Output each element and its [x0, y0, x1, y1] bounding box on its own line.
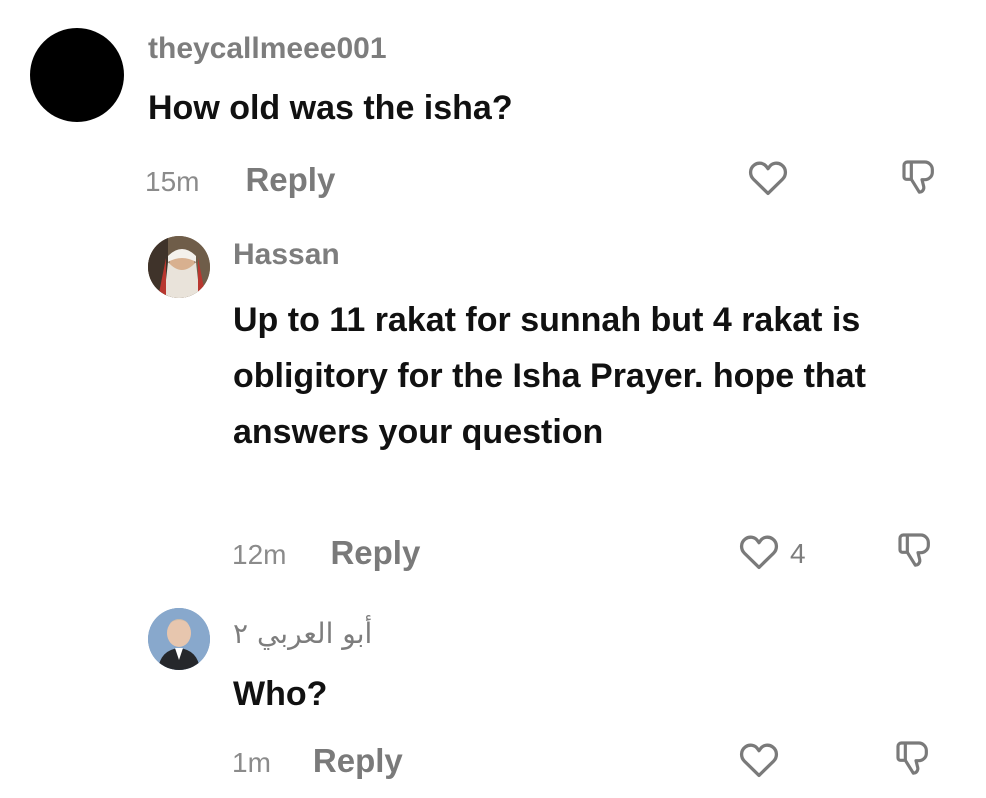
comment-thread: theycallmeee001 How old was the isha? 15… — [0, 0, 986, 798]
comment-username[interactable]: أبو العربي ٢ — [233, 617, 372, 650]
reply-button[interactable]: Reply — [313, 742, 403, 780]
comment-item: أبو العربي ٢ Who? 1m Reply — [0, 0, 986, 798]
heart-outline-icon — [738, 740, 780, 783]
avatar[interactable] — [148, 608, 210, 670]
comment-text: Who? — [233, 675, 328, 713]
thumbs-down-outline-icon — [893, 741, 933, 782]
like-button[interactable] — [738, 740, 780, 783]
comment-timestamp: 1m — [232, 747, 271, 778]
dislike-button[interactable] — [893, 738, 933, 783]
comment-meta: 1m Reply — [232, 742, 403, 780]
